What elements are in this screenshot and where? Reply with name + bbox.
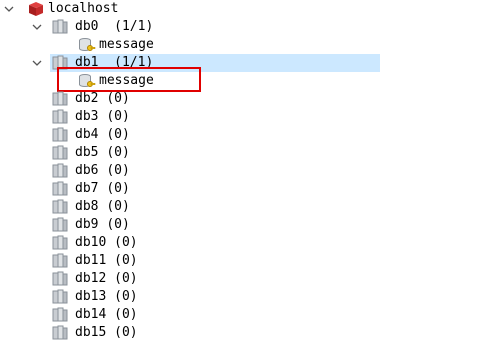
- database-icon: [52, 217, 70, 233]
- chevron-down-icon[interactable]: [30, 54, 44, 72]
- db-name: db13: [75, 289, 107, 304]
- database-icon: [52, 289, 70, 305]
- tree-node-db3[interactable]: db3 (0): [0, 108, 482, 126]
- db-count: (0): [106, 181, 130, 196]
- db-count: (1/1): [114, 19, 154, 34]
- db-name: db9: [75, 217, 99, 232]
- database-icon: [52, 253, 70, 269]
- database-icon: [52, 19, 70, 35]
- db-name: db5: [75, 145, 99, 160]
- db-count: (0): [114, 289, 138, 304]
- database-icon: [52, 307, 70, 323]
- db-count: (0): [114, 325, 138, 340]
- db-name: db6: [75, 163, 99, 178]
- db-name: db15: [75, 325, 107, 340]
- db-name: db4: [75, 127, 99, 142]
- chevron-down-icon[interactable]: [30, 18, 44, 36]
- database-icon: [52, 109, 70, 125]
- db-count: (0): [114, 253, 138, 268]
- database-icon: [52, 181, 70, 197]
- db-count: (0): [106, 127, 130, 142]
- tree-node-db7[interactable]: db7 (0): [0, 180, 482, 198]
- connection-tree: localhost db0 (1/1) message db1 (1/1) me…: [0, 0, 482, 350]
- tree-node-db4[interactable]: db4 (0): [0, 126, 482, 144]
- db-name: db14: [75, 307, 107, 322]
- db-count: (0): [114, 271, 138, 286]
- db-name: db10: [75, 235, 107, 250]
- annotation-highlight-box: [57, 67, 201, 92]
- db-name: db7: [75, 181, 99, 196]
- database-icon: [52, 127, 70, 143]
- db-count: (0): [106, 199, 130, 214]
- tree-node-db14[interactable]: db14 (0): [0, 306, 482, 324]
- database-icon: [52, 271, 70, 287]
- db-name: db11: [75, 253, 107, 268]
- key-icon: [78, 37, 96, 53]
- database-icon: [52, 145, 70, 161]
- chevron-down-icon[interactable]: [2, 0, 16, 18]
- tree-node-db15[interactable]: db15 (0): [0, 324, 482, 342]
- key-label: message: [99, 37, 154, 52]
- tree-node-db12[interactable]: db12 (0): [0, 270, 482, 288]
- database-icon: [52, 325, 70, 341]
- db-name: db2: [75, 91, 99, 106]
- db-count: (0): [106, 109, 130, 124]
- db-count: (0): [106, 217, 130, 232]
- db-count: (0): [106, 145, 130, 160]
- tree-key-message[interactable]: message: [0, 36, 482, 54]
- database-icon: [52, 235, 70, 251]
- redis-server-icon: [28, 1, 46, 17]
- tree-node-db11[interactable]: db11 (0): [0, 252, 482, 270]
- tree-node-db2[interactable]: db2 (0): [0, 90, 482, 108]
- tree-node-db5[interactable]: db5 (0): [0, 144, 482, 162]
- db-count: (0): [114, 307, 138, 322]
- database-icon: [52, 91, 70, 107]
- db-count: (0): [106, 91, 130, 106]
- database-icon: [52, 163, 70, 179]
- tree-node-db6[interactable]: db6 (0): [0, 162, 482, 180]
- tree-node-db13[interactable]: db13 (0): [0, 288, 482, 306]
- db-name: db3: [75, 109, 99, 124]
- database-icon: [52, 199, 70, 215]
- tree-node-db10[interactable]: db10 (0): [0, 234, 482, 252]
- tree-node-db9[interactable]: db9 (0): [0, 216, 482, 234]
- db-count: (0): [106, 163, 130, 178]
- tree-node-db0[interactable]: db0 (1/1): [0, 18, 482, 36]
- tree-node-db8[interactable]: db8 (0): [0, 198, 482, 216]
- db-name: db8: [75, 199, 99, 214]
- tree-node-label: localhost: [48, 1, 119, 16]
- db-name: db0: [75, 19, 99, 34]
- db-count: (0): [114, 235, 138, 250]
- db-name: db12: [75, 271, 107, 286]
- tree-node-localhost[interactable]: localhost: [0, 0, 482, 18]
